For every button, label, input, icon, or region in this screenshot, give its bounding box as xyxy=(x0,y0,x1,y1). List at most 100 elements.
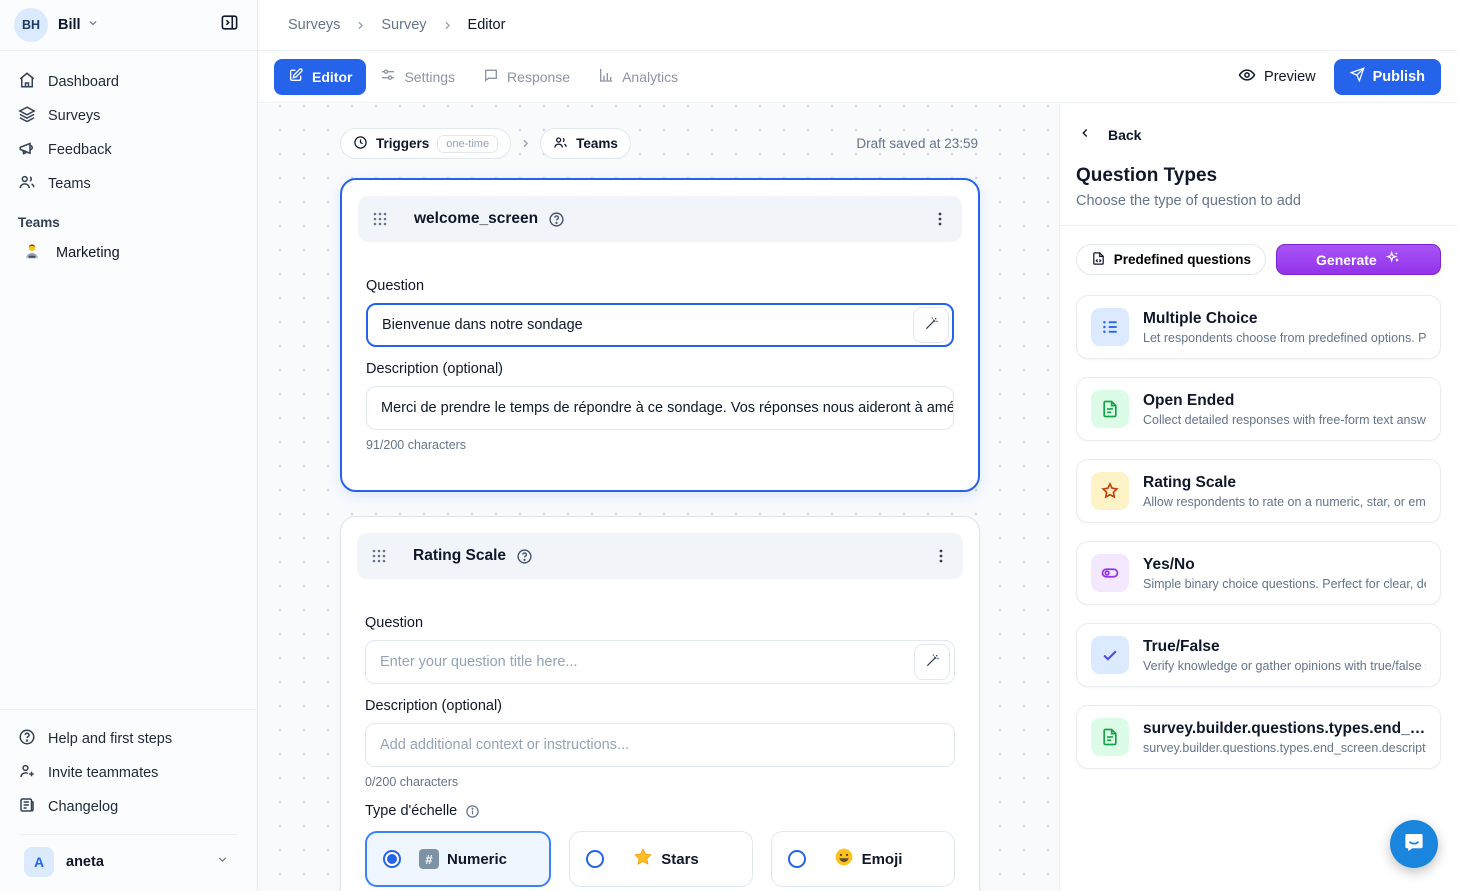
question-card-welcome-screen[interactable]: welcome_screen Question Description (opt xyxy=(340,178,980,492)
help-circle-icon[interactable] xyxy=(516,548,533,565)
preview-button[interactable]: Preview xyxy=(1238,66,1316,88)
question-card-rating-scale[interactable]: Rating Scale Question Description (optio xyxy=(340,516,980,891)
scale-option-emoji[interactable]: Emoji xyxy=(771,831,955,887)
question-type-description: Collect detailed responses with free-for… xyxy=(1143,413,1426,427)
description-input[interactable]: Merci de prendre le temps de répondre à … xyxy=(366,386,954,430)
ai-wand-button[interactable] xyxy=(914,644,950,680)
generate-button[interactable]: Generate xyxy=(1276,244,1441,275)
chevron-down-icon xyxy=(87,16,99,34)
back-label: Back xyxy=(1108,127,1141,143)
tab-settings[interactable]: Settings xyxy=(366,59,469,95)
chat-smile-icon xyxy=(1402,830,1426,859)
question-card-header: welcome_screen xyxy=(358,196,962,242)
drag-handle-icon[interactable] xyxy=(371,548,387,564)
document-code-icon xyxy=(1091,251,1106,269)
sidebar-item-label: Teams xyxy=(48,176,91,192)
question-type-open-ended[interactable]: Open Ended Collect detailed responses wi… xyxy=(1076,377,1441,441)
question-type-rating-scale[interactable]: Rating Scale Allow respondents to rate o… xyxy=(1076,459,1441,523)
sidebar-item-changelog[interactable]: Changelog xyxy=(10,790,247,824)
sidebar-item-feedback[interactable]: Feedback xyxy=(10,133,247,167)
workspace-avatar: BH xyxy=(14,8,48,42)
question-title-input[interactable] xyxy=(365,640,955,684)
kebab-menu-icon[interactable] xyxy=(933,548,949,564)
tab-analytics[interactable]: Analytics xyxy=(584,59,692,95)
sparkles-icon xyxy=(1385,250,1401,269)
clock-icon xyxy=(353,135,368,153)
breadcrumb-surveys[interactable]: Surveys xyxy=(288,17,340,33)
question-title-input[interactable] xyxy=(366,303,954,347)
draft-status: Draft saved at 23:59 xyxy=(856,136,978,151)
triggers-label: Triggers xyxy=(376,136,429,151)
info-circle-icon[interactable] xyxy=(465,804,480,819)
list-icon xyxy=(1091,308,1129,346)
ai-wand-button[interactable] xyxy=(913,307,949,343)
sidebar-item-label: Surveys xyxy=(48,108,100,124)
panel-title: Question Types xyxy=(1060,143,1457,187)
question-type-description: Verify knowledge or gather opinions with… xyxy=(1143,659,1426,673)
radio-unselected xyxy=(788,850,806,868)
breadcrumb-survey[interactable]: Survey xyxy=(381,17,426,33)
question-type-end-screen[interactable]: survey.builder.questions.types.end_scr..… xyxy=(1076,705,1441,769)
chat-bubble-icon xyxy=(483,67,499,86)
question-card-header: Rating Scale xyxy=(357,533,963,579)
tab-editor[interactable]: Editor xyxy=(274,59,366,95)
person-plus-icon xyxy=(18,762,36,784)
changelog-icon xyxy=(18,796,36,818)
sidebar-item-invite[interactable]: Invite teammates xyxy=(10,756,247,790)
sidebar-item-label: Invite teammates xyxy=(48,765,158,781)
account-menu[interactable]: A aneta xyxy=(20,834,237,891)
smiley-emoji xyxy=(834,847,854,872)
teams-chip-label: Teams xyxy=(576,136,618,151)
question-types-panel: Back Question Types Choose the type of q… xyxy=(1059,104,1457,891)
back-button[interactable]: Back xyxy=(1060,104,1457,143)
document-icon xyxy=(1091,718,1129,756)
scale-option-stars[interactable]: Stars xyxy=(569,831,753,887)
sidebar-item-dashboard[interactable]: Dashboard xyxy=(10,65,247,99)
tab-response[interactable]: Response xyxy=(469,59,584,95)
sidebar-item-marketing[interactable]: Marketing xyxy=(10,236,247,270)
description-label: Description (optional) xyxy=(365,698,955,714)
generate-label: Generate xyxy=(1316,252,1377,268)
drag-handle-icon[interactable] xyxy=(372,211,388,227)
help-circle-icon[interactable] xyxy=(548,211,565,228)
question-type-multiple-choice[interactable]: Multiple Choice Let respondents choose f… xyxy=(1076,295,1441,359)
chat-launcher-button[interactable] xyxy=(1390,820,1438,868)
sidebar-footer: Help and first steps Invite teammates Ch… xyxy=(0,709,257,891)
sidebar-item-label: Help and first steps xyxy=(48,731,172,747)
workspace-name: Bill xyxy=(58,17,81,33)
publish-button[interactable]: Publish xyxy=(1334,59,1441,95)
question-label: Question xyxy=(366,278,954,294)
chevron-right-icon xyxy=(441,19,454,32)
sidebar-collapse-button[interactable] xyxy=(213,9,245,41)
sidebar-item-label: Feedback xyxy=(48,142,112,158)
question-card-title: welcome_screen xyxy=(414,210,538,228)
kebab-menu-icon[interactable] xyxy=(932,211,948,227)
question-type-true-false[interactable]: True/False Verify knowledge or gather op… xyxy=(1076,623,1441,687)
question-type-yes-no[interactable]: Yes/No Simple binary choice questions. P… xyxy=(1076,541,1441,605)
predefined-questions-button[interactable]: Predefined questions xyxy=(1076,244,1266,275)
hash-keycap-icon: # xyxy=(419,849,439,869)
question-type-title: Multiple Choice xyxy=(1143,310,1426,328)
chevron-right-icon xyxy=(354,19,367,32)
teams-chip[interactable]: Teams xyxy=(540,128,631,159)
megaphone-icon xyxy=(18,139,36,161)
question-type-description: Allow respondents to rate on a numeric, … xyxy=(1143,495,1426,509)
description-input[interactable] xyxy=(365,723,955,767)
radio-unselected xyxy=(586,850,604,868)
sidebar-item-surveys[interactable]: Surveys xyxy=(10,99,247,133)
sidebar: BH Bill Dashboard Surveys Feedb xyxy=(0,0,258,891)
main-area: Surveys Survey Editor Editor Settings Re… xyxy=(258,0,1457,891)
trigger-frequency-badge: one-time xyxy=(437,135,498,153)
workspace-switcher[interactable]: BH Bill xyxy=(0,0,257,51)
sidebar-item-label: Changelog xyxy=(48,799,118,815)
survey-canvas: Triggers one-time Teams Draft saved at 2… xyxy=(258,104,1059,891)
sidebar-item-teams[interactable]: Teams xyxy=(10,167,247,201)
panel-subtitle: Choose the type of question to add xyxy=(1060,187,1457,226)
triggers-chip[interactable]: Triggers one-time xyxy=(340,128,511,159)
star-icon xyxy=(1091,472,1129,510)
breadcrumb: Surveys Survey Editor xyxy=(258,0,1457,51)
scale-option-numeric[interactable]: # Numeric xyxy=(365,831,551,887)
sidebar-item-help[interactable]: Help and first steps xyxy=(10,722,247,756)
question-label: Question xyxy=(365,615,955,631)
question-type-title: Rating Scale xyxy=(1143,474,1426,492)
